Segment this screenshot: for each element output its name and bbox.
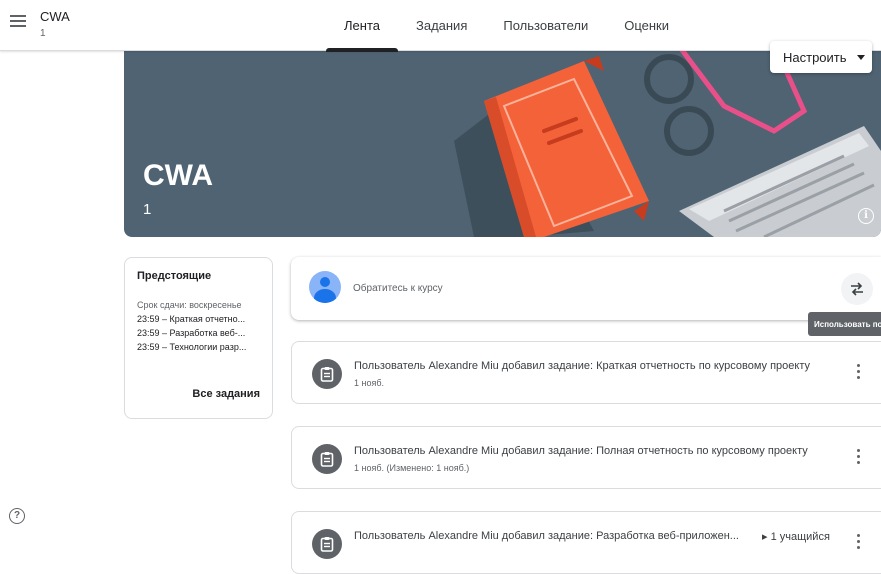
reuse-post-button[interactable] (841, 273, 873, 305)
avatar (309, 271, 341, 303)
banner-class-section: 1 (143, 201, 152, 218)
assignment-icon (312, 529, 342, 559)
upcoming-item[interactable]: 23:59 – Разработка веб-... (137, 328, 263, 338)
help-icon[interactable]: ? (9, 508, 25, 524)
post-title: Пользователь Alexandre Miu добавил задан… (354, 530, 739, 542)
class-name[interactable]: CWA (40, 9, 70, 24)
upcoming-card: Предстоящие Срок сдачи: воскресенье 23:5… (124, 257, 273, 419)
tab-classwork[interactable]: Задания (398, 0, 485, 51)
stream-post[interactable]: Пользователь Alexandre Miu добавил задан… (291, 341, 881, 404)
more-options-icon[interactable] (855, 449, 861, 467)
class-banner: CWA 1 i (124, 51, 881, 237)
banner-illustration (454, 51, 881, 237)
post-date: 1 нояб. (Изменено: 1 нояб.) (354, 463, 470, 473)
main-menu-icon[interactable] (10, 15, 26, 29)
upcoming-title: Предстоящие (137, 270, 212, 282)
tab-bar: Лента Задания Пользователи Оценки (326, 0, 687, 52)
repost-icon (851, 282, 863, 296)
view-all-button[interactable]: Все задания (192, 388, 260, 400)
class-section: 1 (40, 28, 46, 39)
tab-people[interactable]: Пользователи (485, 0, 606, 51)
upcoming-item[interactable]: 23:59 – Краткая отчетно... (137, 314, 263, 324)
customize-button[interactable]: Настроить (770, 41, 872, 73)
stream-post[interactable]: Пользователь Alexandre Miu добавил задан… (291, 426, 881, 489)
banner-class-title: CWA (143, 159, 213, 192)
reuse-post-tooltip: Использовать повт (808, 312, 881, 336)
tab-grades[interactable]: Оценки (606, 0, 687, 51)
assignment-icon (312, 444, 342, 474)
top-app-bar: CWA 1 Лента Задания Пользователи Оценки (0, 0, 881, 52)
upcoming-item[interactable]: 23:59 – Технологии разр... (137, 342, 263, 352)
customize-label: Настроить (783, 49, 847, 65)
post-title: Пользователь Alexandre Miu добавил задан… (354, 445, 808, 457)
caret-down-icon (856, 54, 865, 60)
announce-placeholder[interactable]: Обратитесь к курсу (353, 283, 443, 294)
post-date: 1 нояб. (354, 378, 385, 388)
upcoming-due-label: Срок сдачи: воскресенье (137, 300, 242, 310)
student-count-badge[interactable]: ▸ 1 учащийся (762, 530, 830, 543)
more-options-icon[interactable] (855, 534, 861, 552)
more-options-icon[interactable] (855, 364, 861, 382)
post-title: Пользователь Alexandre Miu добавил задан… (354, 360, 810, 372)
announce-box[interactable]: Обратитесь к курсу (291, 257, 881, 320)
assignment-icon (312, 359, 342, 389)
tab-stream[interactable]: Лента (326, 0, 398, 52)
class-info-icon[interactable]: i (858, 208, 874, 224)
